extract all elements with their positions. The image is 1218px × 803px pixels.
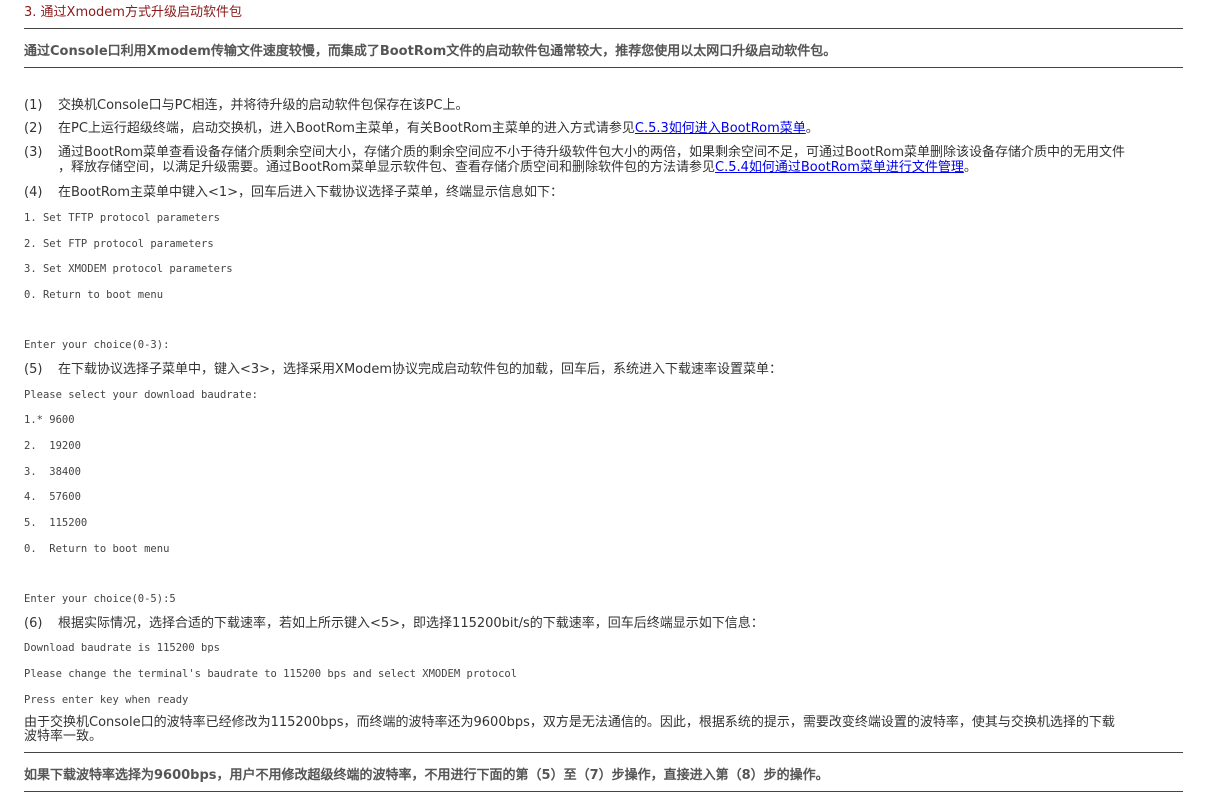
terminal-line: 4. 57600 bbox=[24, 491, 81, 503]
terminal-line: Enter your choice(0-5):5 bbox=[24, 593, 176, 605]
step-text-cont: ，释放存储空间，以满足升级需要。通过BootRom菜单显示软件包、查看存储介质空… bbox=[58, 160, 715, 175]
step-text-end: 。 bbox=[963, 160, 977, 175]
divider-top bbox=[24, 28, 1183, 29]
terminal-line: Please select your download baudrate: bbox=[24, 389, 258, 401]
step-number: (3) bbox=[24, 145, 43, 160]
step-number: (1) bbox=[24, 98, 43, 113]
step-5: (5) 在下载协议选择子菜单中，键入<3>，选择采用XModem协议完成启动软件包… bbox=[24, 362, 1183, 377]
step-text: 通过BootRom菜单查看设备存储介质剩余空间大小，存储介质的剩余空间应不小于待… bbox=[58, 145, 1125, 160]
step-text-end: 。 bbox=[805, 121, 819, 136]
terminal-line: Download baudrate is 115200 bps bbox=[24, 642, 220, 654]
step-number: (2) bbox=[24, 121, 43, 136]
step-3: (3) 通过BootRom菜单查看设备存储介质剩余空间大小，存储介质的剩余空间应不… bbox=[24, 145, 1183, 175]
divider-note bbox=[24, 67, 1183, 68]
step-text: 在BootRom主菜单中键入<1>，回车后进入下载协议选择子菜单，终端显示信息如… bbox=[58, 185, 564, 200]
terminal-line: 3. Set XMODEM protocol parameters bbox=[24, 263, 233, 275]
baudrate-paragraph: 由于交换机Console口的波特率已经修改为115200bps，而终端的波特率还… bbox=[24, 716, 1184, 744]
step-1: (1) 交换机Console口与PC相连，并将待升级的启动软件包保存在该PC上。 bbox=[24, 98, 1183, 113]
terminal-line: 2. 19200 bbox=[24, 440, 81, 452]
step-number: (6) bbox=[24, 616, 43, 631]
step-4: (4) 在BootRom主菜单中键入<1>，回车后进入下载协议选择子菜单，终端显示… bbox=[24, 185, 1183, 200]
link-bootrom-file-management[interactable]: C.5.4如何通过BootRom菜单进行文件管理 bbox=[715, 160, 964, 175]
divider-bottom-top bbox=[24, 752, 1183, 753]
terminal-line: Press enter key when ready bbox=[24, 694, 189, 706]
step-text: 在PC上运行超级终端，启动交换机，进入BootRom主菜单，有关BootRom主… bbox=[58, 121, 635, 136]
terminal-line: 5. 115200 bbox=[24, 517, 88, 529]
terminal-line: Enter your choice(0-3): bbox=[24, 339, 170, 351]
terminal-line: 1. Set TFTP protocol parameters bbox=[24, 212, 220, 224]
step-text: 根据实际情况，选择合适的下载速率，若如上所示键入<5>，即选择115200bit… bbox=[58, 616, 764, 631]
step-6: (6) 根据实际情况，选择合适的下载速率，若如上所示键入<5>，即选择115200… bbox=[24, 616, 1183, 631]
section-title: 3. 通过Xmodem方式升级启动软件包 bbox=[24, 5, 242, 20]
link-enter-bootrom-menu[interactable]: C.5.3如何进入BootRom菜单 bbox=[635, 121, 806, 136]
step-2: (2) 在PC上运行超级终端，启动交换机，进入BootRom主菜单，有关BootR… bbox=[24, 121, 1183, 136]
terminal-line: 2. Set FTP protocol parameters bbox=[24, 238, 214, 250]
step-text: 交换机Console口与PC相连，并将待升级的启动软件包保存在该PC上。 bbox=[58, 98, 469, 113]
bottom-note: 如果下载波特率选择为9600bps，用户不用修改超级终端的波特率，不用进行下面的… bbox=[24, 768, 829, 783]
terminal-line: 1.* 9600 bbox=[24, 414, 75, 426]
step-number: (5) bbox=[24, 362, 43, 377]
terminal-line: 3. 38400 bbox=[24, 466, 81, 478]
divider-bottom bbox=[24, 791, 1183, 792]
terminal-line: 0. Return to boot menu bbox=[24, 543, 170, 555]
terminal-line: 0. Return to boot menu bbox=[24, 289, 164, 301]
step-text: 在下载协议选择子菜单中，键入<3>，选择采用XModem协议完成启动软件包的加载… bbox=[58, 362, 783, 377]
paragraph-line: 由于交换机Console口的波特率已经修改为115200bps，而终端的波特率还… bbox=[24, 715, 1115, 730]
paragraph-line: 波特率一致。 bbox=[24, 729, 103, 744]
step-number: (4) bbox=[24, 185, 43, 200]
terminal-line: Please change the terminal's baudrate to… bbox=[24, 668, 518, 680]
top-note: 通过Console口利用Xmodem传输文件速度较慢，而集成了BootRom文件… bbox=[24, 44, 837, 59]
